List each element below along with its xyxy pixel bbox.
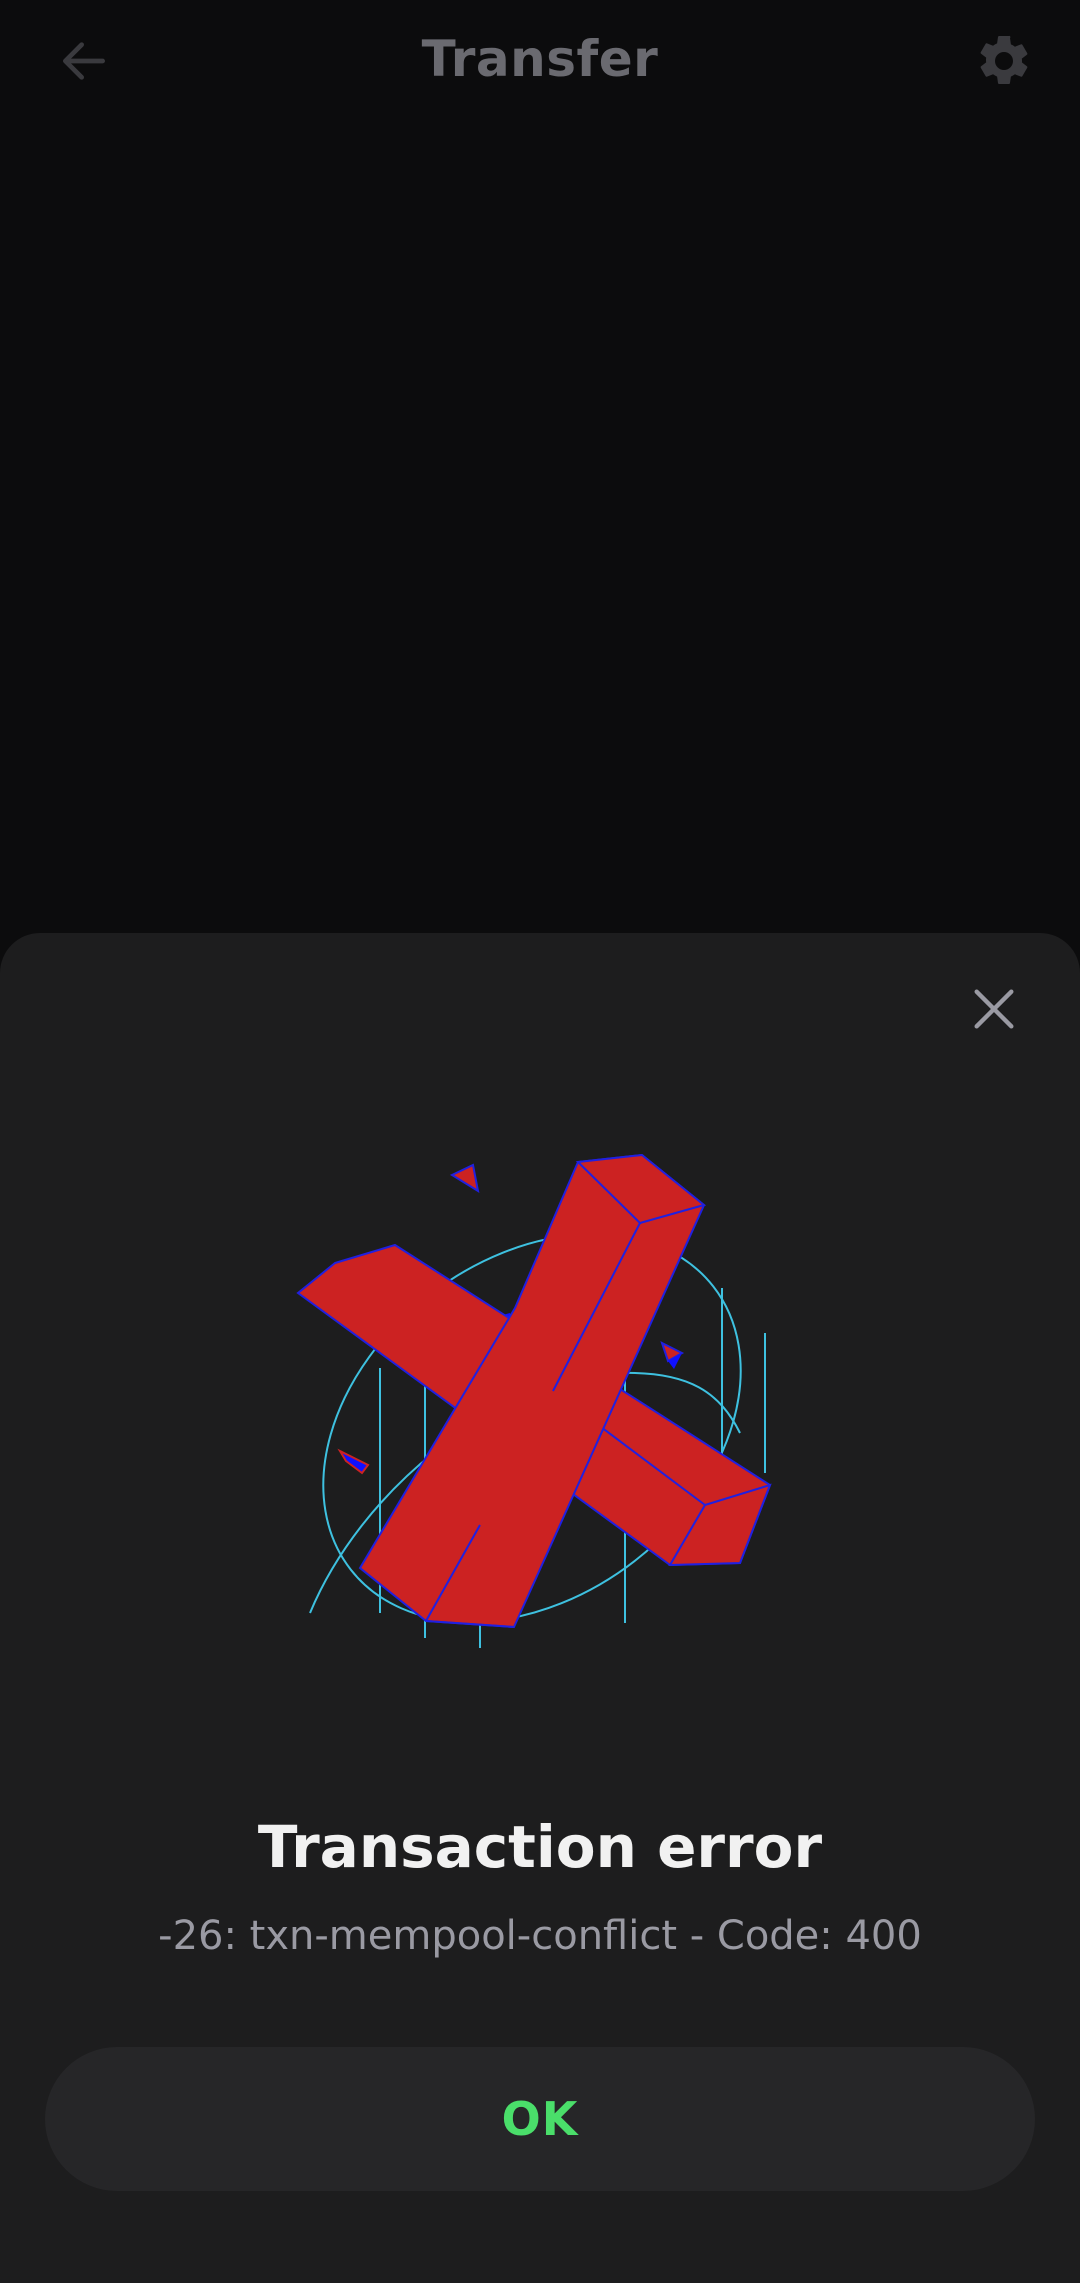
close-icon <box>974 989 1014 1029</box>
error-bottom-sheet: Transaction error -26: txn-mempool-confl… <box>0 933 1080 2283</box>
close-button[interactable] <box>958 973 1030 1045</box>
page-title: Transfer <box>421 30 659 88</box>
error-x-icon <box>296 1153 772 1648</box>
app-root: Transfer Transaction error -26: txn-memp… <box>0 0 1080 2283</box>
gear-icon <box>980 35 1028 84</box>
settings-button[interactable] <box>968 25 1040 97</box>
error-message: -26: txn-mempool-conflict - Code: 400 <box>158 1913 922 1959</box>
header: Transfer <box>0 0 1080 130</box>
ok-button[interactable]: OK <box>45 2047 1035 2191</box>
error-title: Transaction error <box>257 1813 823 1881</box>
